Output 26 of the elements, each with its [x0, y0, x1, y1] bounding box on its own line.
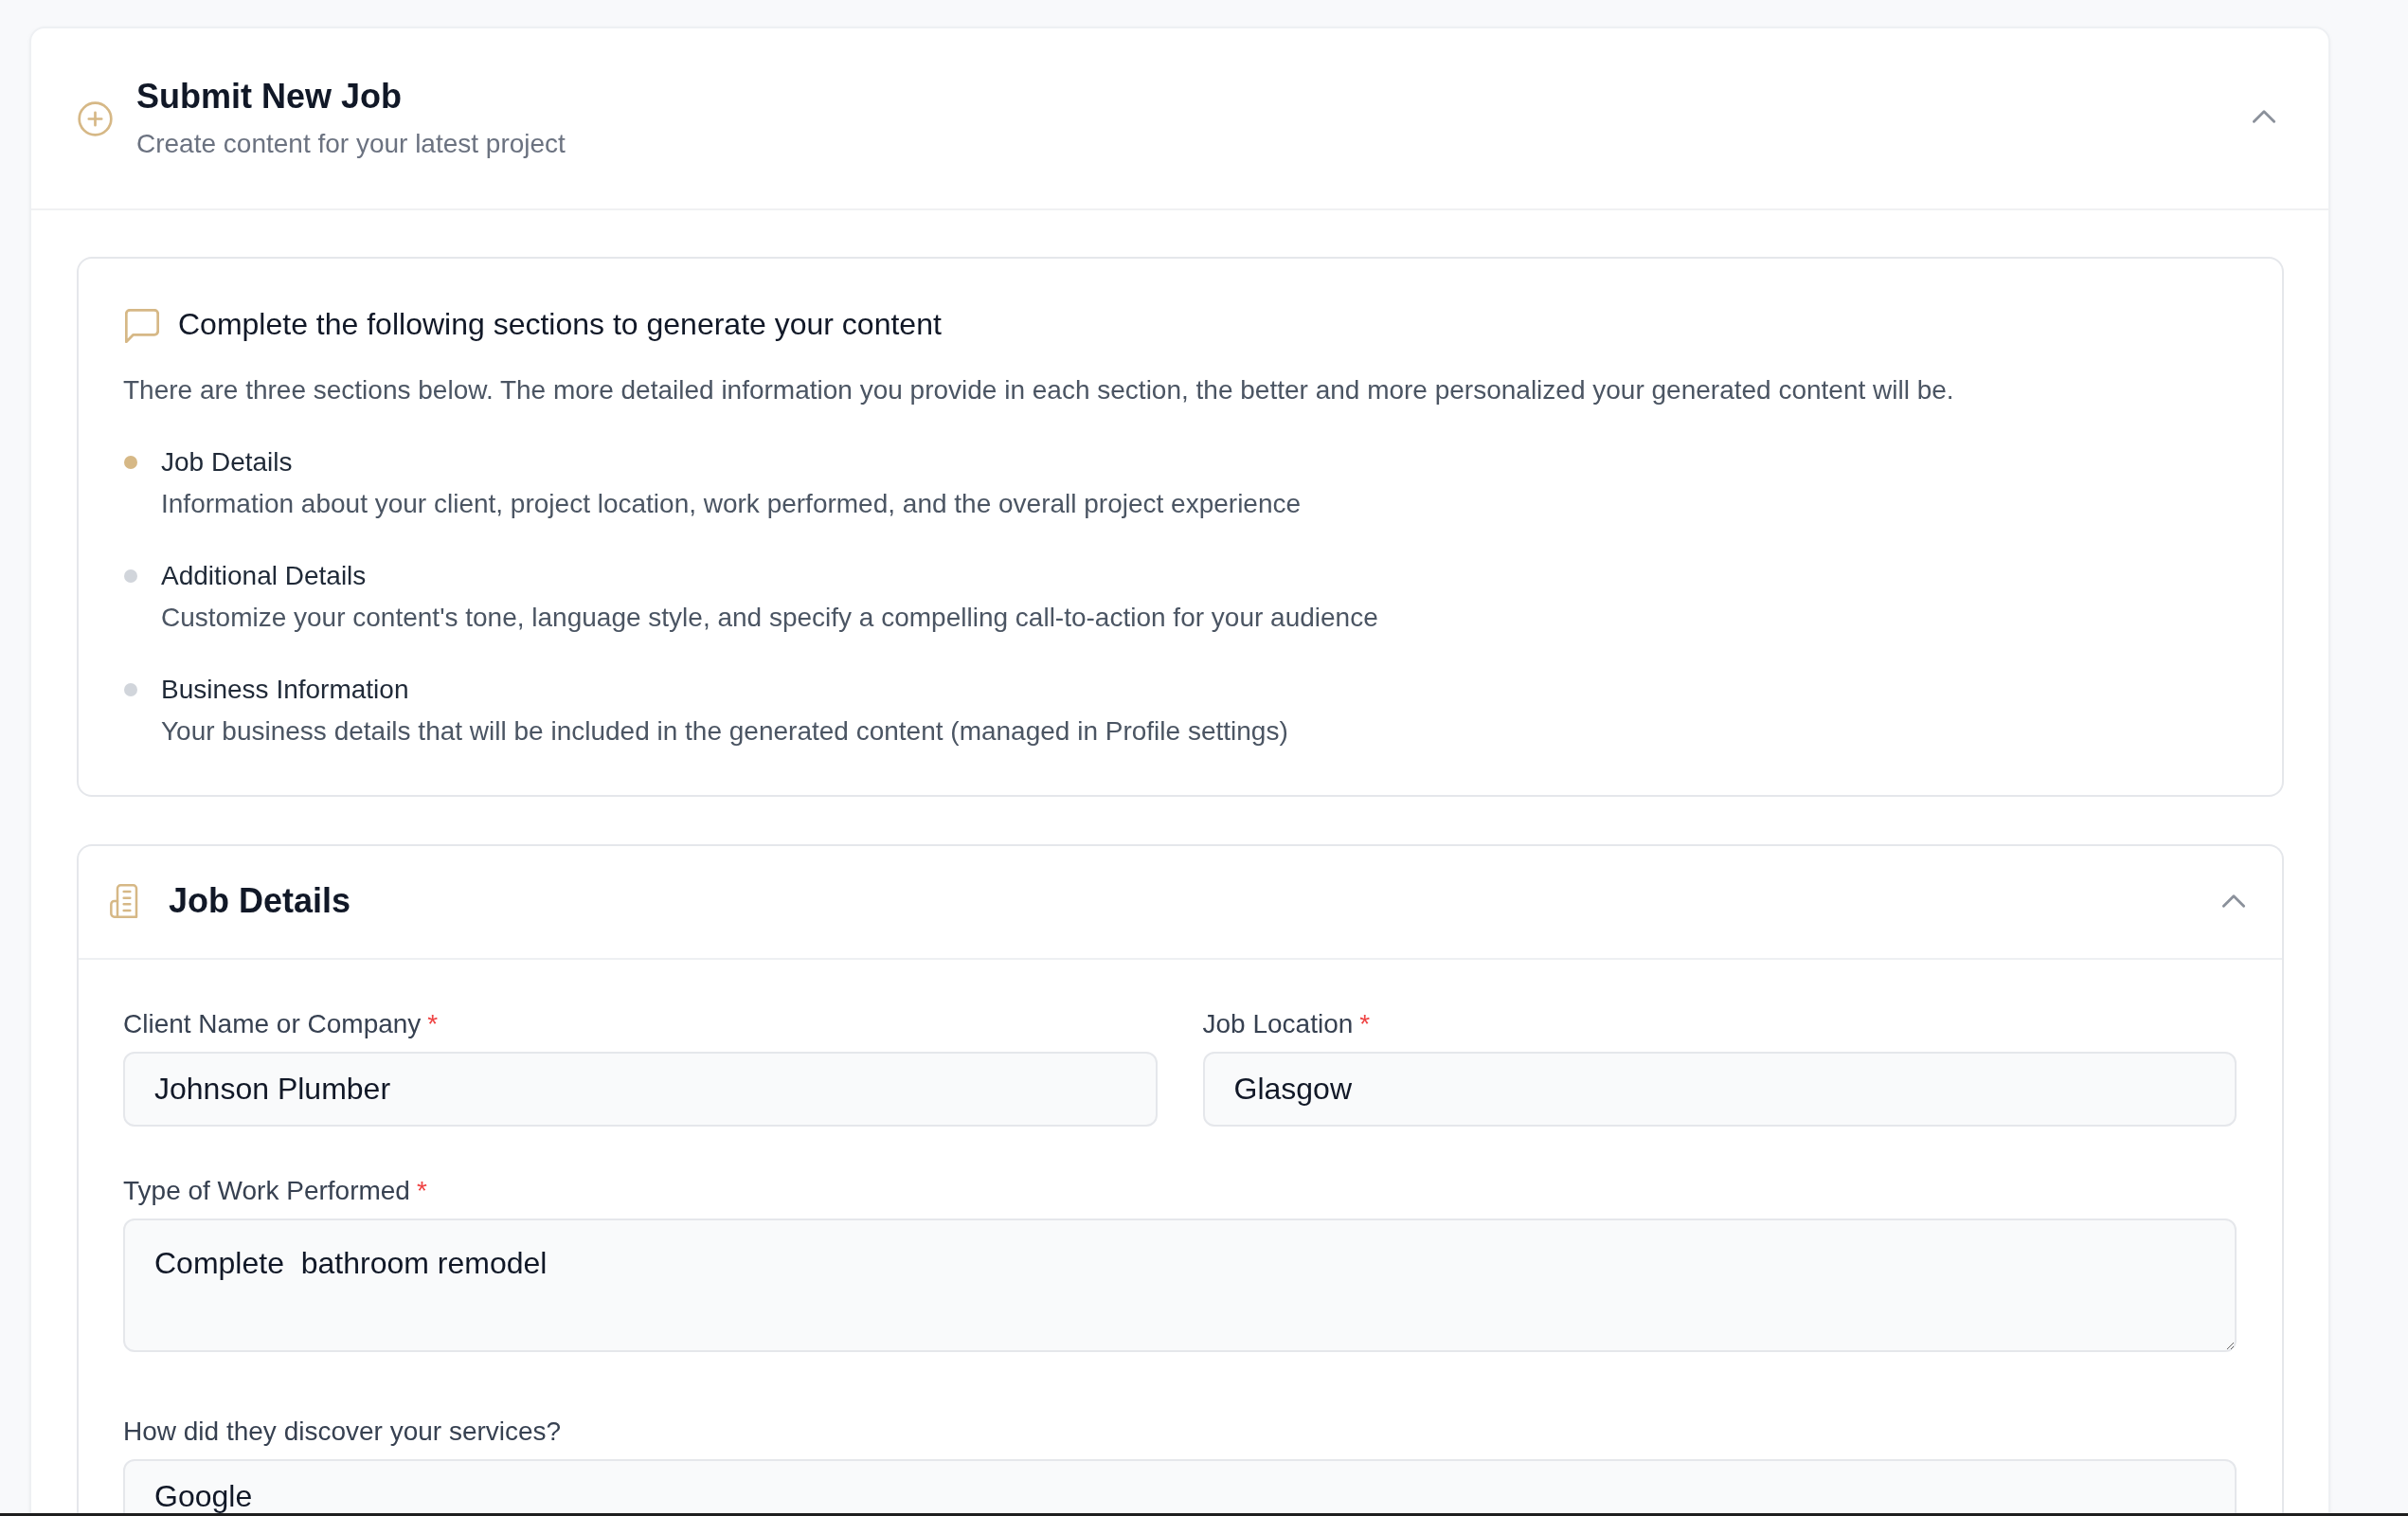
- step-description: Your business details that will be included in the generated content (managed in Profile settings): [161, 715, 1288, 748]
- chevron-up-icon[interactable]: [2253, 110, 2275, 123]
- page-title: Submit New Job: [136, 76, 403, 117]
- text-input[interactable]: Glasgow: [1202, 1052, 2237, 1127]
- field-label: Type of Work Performed: [123, 1175, 410, 1207]
- field-label: Job Location: [1202, 1008, 1354, 1040]
- step-title: Additional Details: [161, 560, 367, 592]
- required-asterisk: *: [1359, 1008, 1371, 1040]
- step-description: Customize your content's tone, language style, and specify a compelling call-to-action for your audience: [161, 602, 1378, 634]
- text-input[interactable]: Google: [123, 1459, 2237, 1513]
- intro-text: There are three sections below. The more detailed information you provide in each section, the better and more personalized your generated content will be.: [123, 374, 1955, 406]
- panel-heading: Complete the following sections to generate your content: [178, 306, 942, 343]
- section-title: Job Details: [169, 880, 351, 922]
- field-label: Client Name or Company: [123, 1008, 422, 1040]
- chat-bubble-icon: [125, 309, 159, 343]
- chevron-up-icon[interactable]: [2222, 894, 2245, 908]
- page-subtitle: Create content for your latest project: [136, 128, 566, 160]
- step-description: Information about your client, project location, work performed, and the overall project experience: [161, 488, 1302, 520]
- step-title: Business Information: [161, 674, 409, 706]
- required-asterisk: *: [416, 1175, 427, 1207]
- plus-circle-icon: [78, 100, 113, 136]
- required-asterisk: *: [427, 1008, 439, 1040]
- step-title: Job Details: [161, 446, 293, 478]
- text-input[interactable]: Johnson Plumber: [123, 1052, 1158, 1127]
- field-label: How did they discover your services?: [123, 1416, 562, 1448]
- text-area[interactable]: Complete bathroom remodel: [123, 1218, 2237, 1352]
